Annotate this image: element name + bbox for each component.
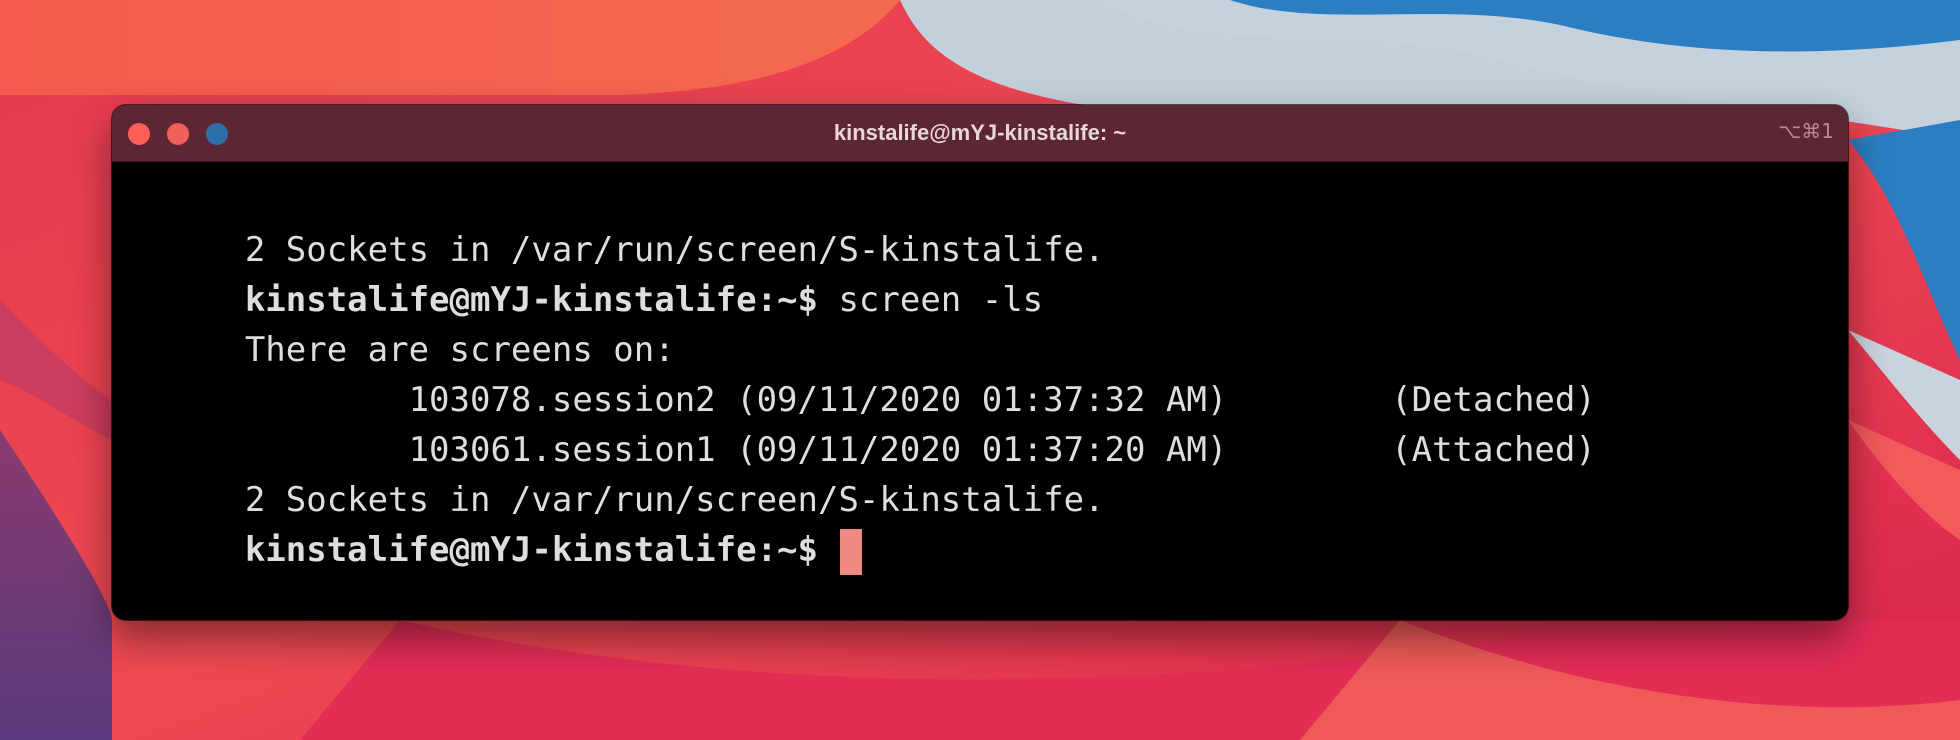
title-bar[interactable]: kinstalife@mYJ-kinstalife: ~ ⌥⌘1 bbox=[112, 105, 1848, 162]
screen-session-entry: 103061.session1 (09/11/2020 01:37:20 AM)… bbox=[244, 430, 1596, 470]
terminal-output[interactable]: 2 Sockets in /var/run/screen/S-kinstalif… bbox=[122, 175, 1838, 620]
output-text: There are screens on: bbox=[244, 330, 675, 370]
text-cursor bbox=[840, 528, 863, 575]
shell-prompt: kinstalife@mYJ-kinstalife:~$ bbox=[244, 530, 818, 570]
window-title: kinstalife@mYJ-kinstalife: ~ bbox=[833, 120, 1127, 145]
command-input[interactable] bbox=[818, 530, 838, 570]
tab-shortcut-label: ⌥⌘1 bbox=[1778, 119, 1834, 143]
output-text: 2 Sockets in /var/run/screen/S-kinstalif… bbox=[244, 480, 1105, 520]
command-text: screen -ls bbox=[817, 280, 1044, 320]
terminal-line: 2 Sockets in /var/run/screen/S-kinstalif… bbox=[122, 175, 1838, 270]
shell-prompt: kinstalife@mYJ-kinstalife:~$ bbox=[244, 280, 818, 320]
output-text: 2 Sockets in /var/run/screen/S-kinstalif… bbox=[244, 230, 1105, 270]
terminal-window[interactable]: kinstalife@mYJ-kinstalife: ~ ⌥⌘1 2 Socke… bbox=[112, 105, 1848, 620]
screen-session-entry: 103078.session2 (09/11/2020 01:37:32 AM)… bbox=[244, 380, 1596, 420]
